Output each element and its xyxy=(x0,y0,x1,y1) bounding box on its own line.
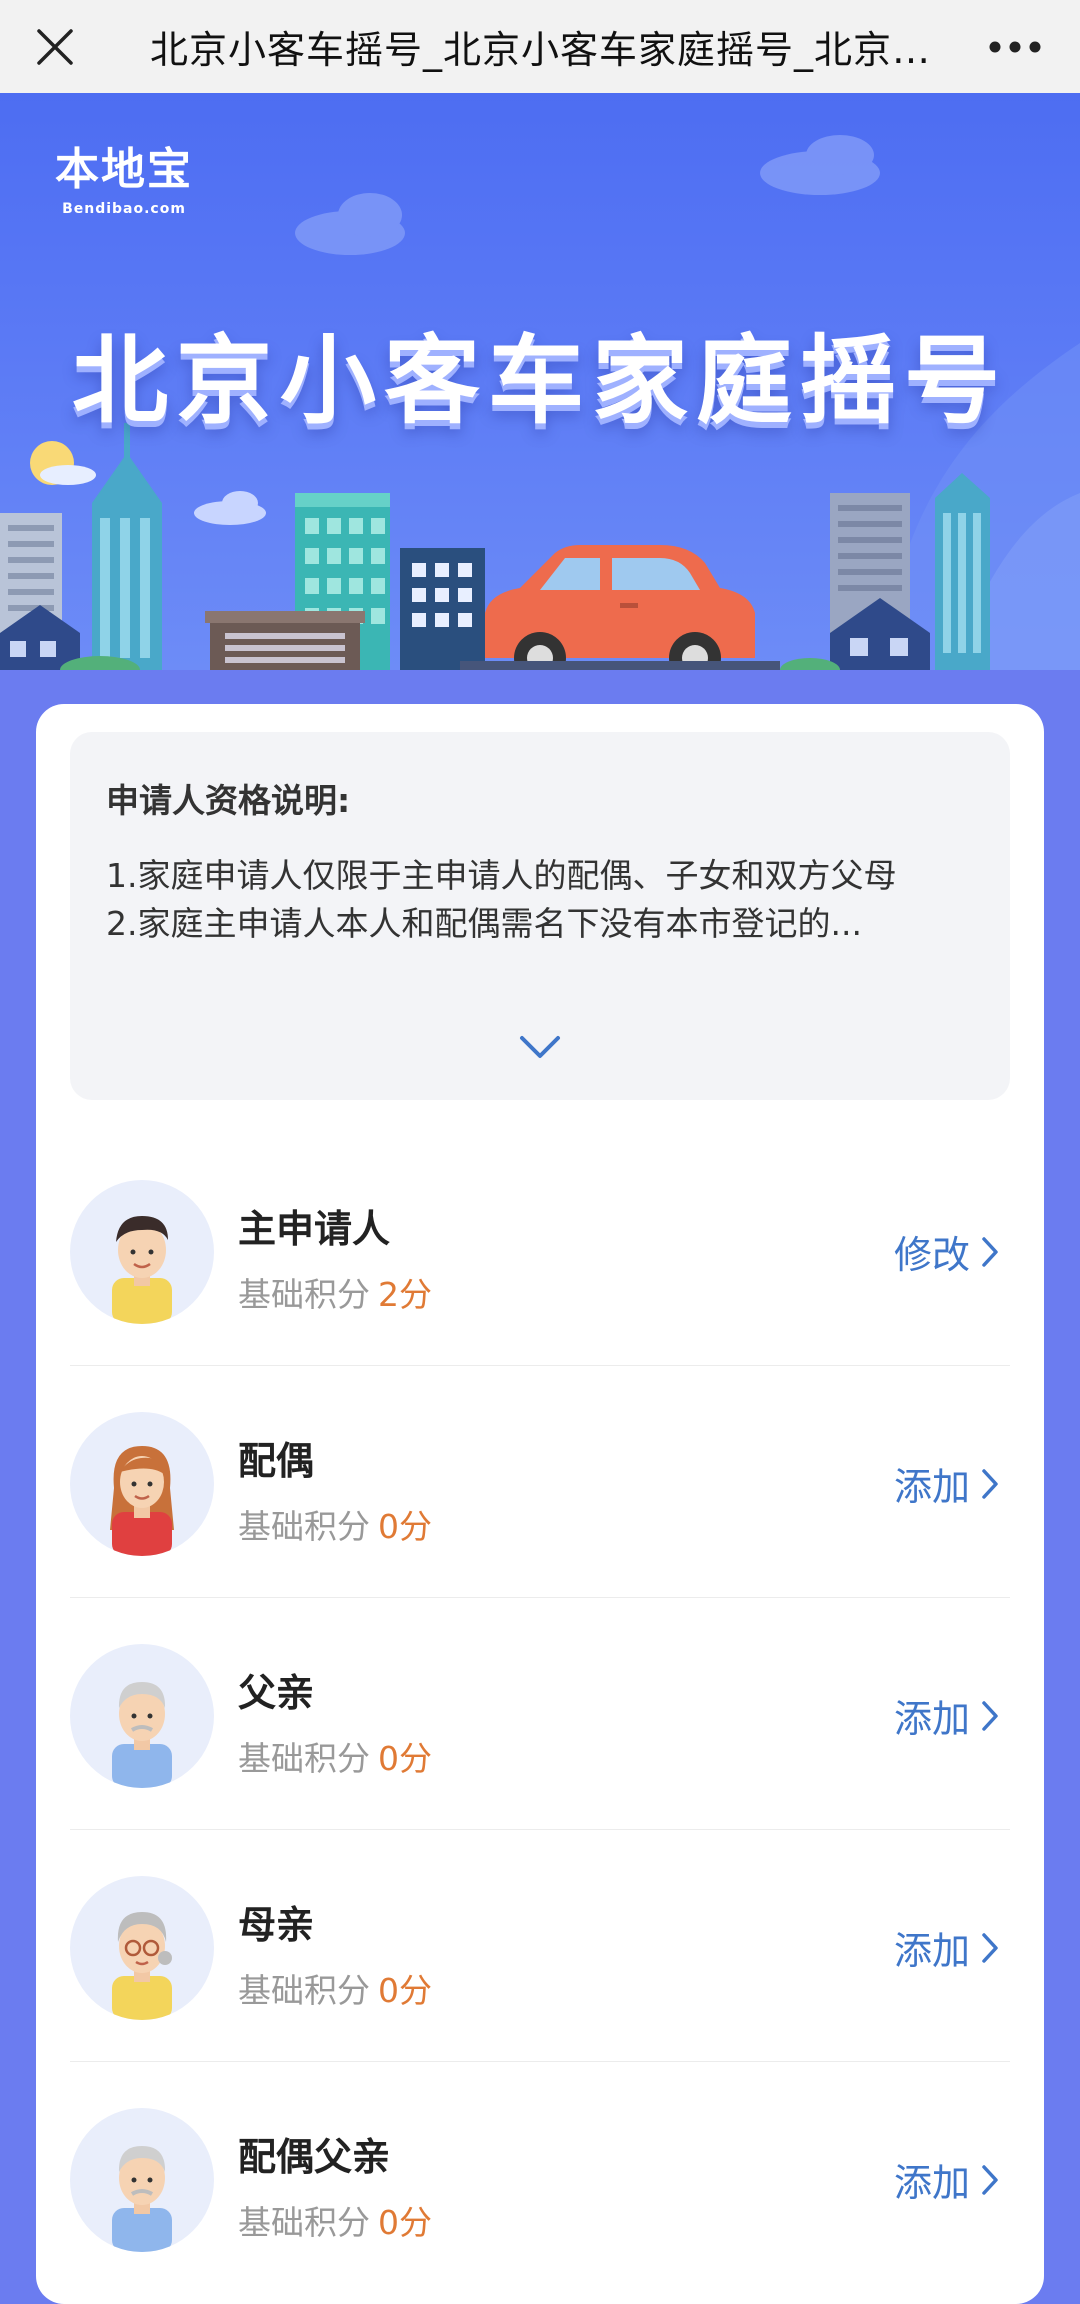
action-label: 添加 xyxy=(893,1697,970,1741)
main-card: 申请人资格说明: 1.家庭申请人仅限于主申请人的配偶、子女和双方父母 2.家庭主… xyxy=(36,704,1044,2304)
add-button[interactable]: 添加 xyxy=(894,1920,1000,1975)
chevron-right-icon xyxy=(982,2164,998,2195)
action-label: 添加 xyxy=(893,1465,970,1509)
member-row-main-applicant[interactable]: 主申请人 基础积分 2分 修改 xyxy=(70,1134,1010,1366)
member-row-father[interactable]: 父亲 基础积分 0分 添加 xyxy=(70,1598,1010,1830)
score-label: 基础积分 xyxy=(238,1507,370,1546)
notice-line-1: 1.家庭申请人仅限于主申请人的配偶、子女和双方父母 xyxy=(106,856,897,895)
score-value: 0分 xyxy=(378,1739,432,1778)
banner: 本地宝 Bendibao.com 北京小客车家庭摇号 xyxy=(0,93,1080,670)
chevron-right-icon xyxy=(982,1468,998,1499)
member-score-row: 基础积分 0分 xyxy=(238,2196,432,2244)
add-button[interactable]: 添加 xyxy=(894,1688,1000,1743)
banner-title: 北京小客车家庭摇号 xyxy=(72,325,1008,437)
father-avatar-icon xyxy=(70,1644,214,1788)
member-score-row: 基础积分 0分 xyxy=(238,1732,432,1780)
close-icon xyxy=(37,28,73,65)
score-value: 0分 xyxy=(378,1507,432,1546)
spouse-avatar-icon xyxy=(70,1412,214,1556)
action-label: 添加 xyxy=(893,2161,970,2205)
member-name: 配偶 xyxy=(238,1439,315,1483)
member-name: 主申请人 xyxy=(238,1207,391,1251)
action-label: 添加 xyxy=(893,1929,970,1973)
cloud-icon xyxy=(295,135,880,255)
eligibility-notice: 申请人资格说明: 1.家庭申请人仅限于主申请人的配偶、子女和双方父母 2.家庭主… xyxy=(70,732,1010,1100)
member-score-row: 基础积分 0分 xyxy=(238,1964,432,2012)
member-name: 配偶父亲 xyxy=(238,2135,391,2179)
member-row-spouse-father[interactable]: 配偶父亲 基础积分 0分 添加 xyxy=(70,2062,1010,2294)
score-label: 基础积分 xyxy=(238,1971,370,2010)
spouse-father-avatar-icon xyxy=(70,2108,214,2252)
top-bar: 北京小客车摇号_北京小客车家庭摇号_北京小客车家庭摇号积分计算 xyxy=(0,0,1080,93)
member-score-row: 基础积分 2分 xyxy=(238,1268,432,1316)
chevron-right-icon xyxy=(982,1700,998,1731)
chevron-right-icon xyxy=(982,1236,998,1267)
score-label: 基础积分 xyxy=(238,1275,370,1314)
score-label: 基础积分 xyxy=(238,1739,370,1778)
page-title: 北京小客车摇号_北京小客车家庭摇号_北京小客车家庭摇号积分计算 xyxy=(150,28,950,72)
score-value: 0分 xyxy=(378,1971,432,2010)
action-label: 修改 xyxy=(893,1233,970,1277)
main-applicant-avatar-icon xyxy=(70,1180,214,1324)
member-row-spouse[interactable]: 配偶 基础积分 0分 添加 xyxy=(70,1366,1010,1598)
score-label: 基础积分 xyxy=(238,2203,370,2242)
notice-line-2: 2.家庭主申请人本人和配偶需名下没有本市登记的... xyxy=(106,904,862,943)
expand-button[interactable] xyxy=(70,1034,1010,1060)
chevron-down-icon xyxy=(520,1036,560,1058)
edit-button[interactable]: 修改 xyxy=(894,1224,1000,1279)
bendibao-logo: 本地宝 Bendibao.com xyxy=(55,133,193,217)
notice-title: 申请人资格说明: xyxy=(106,781,351,820)
more-button[interactable] xyxy=(950,0,1080,93)
chevron-right-icon xyxy=(982,1932,998,1963)
logo-sub-text: Bendibao.com xyxy=(62,201,186,217)
add-button[interactable]: 添加 xyxy=(894,2152,1000,2207)
score-value: 0分 xyxy=(378,2203,432,2242)
car-icon xyxy=(460,545,780,670)
more-icon xyxy=(989,41,1041,52)
member-row-mother[interactable]: 母亲 基础积分 0分 添加 xyxy=(70,1830,1010,2062)
member-score-row: 基础积分 0分 xyxy=(238,1500,432,1548)
mother-avatar-icon xyxy=(70,1876,214,2020)
close-button[interactable] xyxy=(0,0,110,93)
logo-main-text: 本地宝 xyxy=(55,144,193,195)
member-name: 父亲 xyxy=(238,1671,315,1715)
add-button[interactable]: 添加 xyxy=(894,1456,1000,1511)
score-value: 2分 xyxy=(378,1275,432,1314)
member-name: 母亲 xyxy=(238,1903,315,1947)
